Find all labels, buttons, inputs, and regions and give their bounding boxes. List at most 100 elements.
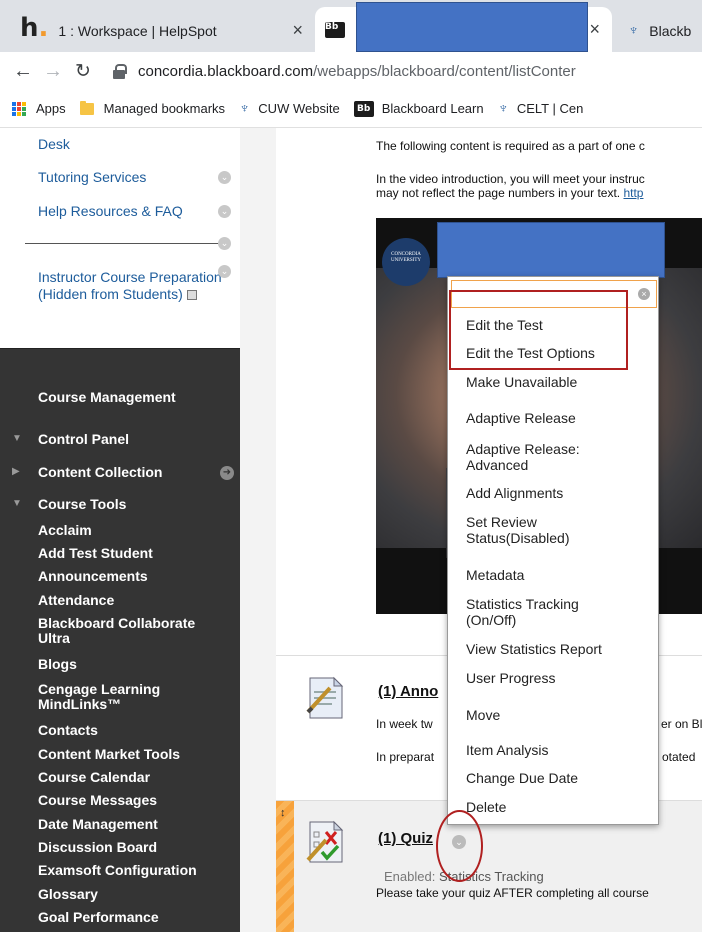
menu-item-adaptive-release-advanced[interactable]: Adaptive Release: Advanced [466,441,616,473]
lock-icon [112,64,127,79]
url-path: /webapps/blackboard/content/listConter [313,62,576,80]
tool-discussion-board[interactable]: Discussion Board [38,840,157,855]
bookmark-celt[interactable]: ♆ CELT | Cen [498,100,584,117]
announcement-text-2a: In preparat [376,750,435,764]
tool-blogs[interactable]: Blogs [38,657,77,672]
tool-add-test-student[interactable]: Add Test Student [38,546,153,561]
url-input[interactable]: concordia.blackboard.com/webapps/blackbo… [112,56,702,86]
menu-item-move[interactable]: Move [466,707,651,723]
bookmark-blackboard-learn[interactable]: Bb Blackboard Learn [353,100,484,117]
menu-item-delete[interactable]: Delete [466,799,651,815]
announcement-text-1b: er on Bl [661,717,702,731]
course-management-heading: Course Management [38,389,176,405]
url-host: concordia.blackboard.com [138,62,314,80]
tab-title: 1 : Workspace | HelpSpot [58,22,217,39]
highlight-box [449,290,628,370]
tool-glossary[interactable]: Glossary [38,887,98,902]
tool-examsoft[interactable]: Examsoft Configuration [38,863,197,878]
control-panel-heading[interactable]: Control Panel [38,431,129,447]
announcement-item-title[interactable]: (1) Anno [378,683,438,700]
chevron-down-icon[interactable]: ⌄ [218,171,231,184]
tab-title: Blackb [649,22,692,39]
apps-grid-icon [12,101,26,116]
menu-item-adaptive-release[interactable]: Adaptive Release [466,410,651,426]
drag-handle[interactable]: ↕ [276,801,294,932]
menu-item-statistics-tracking[interactable]: Statistics Tracking (On/Off) [466,596,606,628]
tool-contacts[interactable]: Contacts [38,723,98,738]
pane-gutter [240,128,276,932]
folder-icon [79,100,94,115]
tab-blackboard[interactable]: ♆ Blackb [618,9,702,52]
intro-link[interactable]: http [623,186,643,200]
forward-arrow-icon[interactable]: → [38,60,68,83]
chevron-down-icon[interactable]: ⌄ [218,205,231,218]
tool-date-management[interactable]: Date Management [38,817,158,832]
announcement-text-2b: otated [662,750,696,764]
test-icon [306,820,344,863]
bookmark-cuw-website[interactable]: ♆ CUW Website [239,100,340,117]
menu-item-change-due-date[interactable]: Change Due Date [466,770,651,786]
redacted-video-title [437,222,665,278]
menu-item-help-resources[interactable]: Help Resources & FAQ [38,203,183,220]
highlight-oval [436,810,483,882]
helpspot-logo-icon: h. [20,12,49,43]
quiz-item-title[interactable]: (1) Quiz [378,830,433,847]
blackboard-logo-icon: Bb [353,100,374,117]
address-bar: ← → ↻ concordia.blackboard.com/webapps/b… [0,52,702,90]
reload-icon[interactable]: ↻ [68,60,98,83]
close-tab-icon[interactable]: × [589,19,600,40]
menu-item-item-analysis[interactable]: Item Analysis [466,742,651,758]
blackboard-logo-icon: Bb [325,21,345,38]
menu-item-make-unavailable[interactable]: Make Unavailable [466,374,651,390]
back-arrow-icon[interactable]: ← [8,60,38,83]
tool-goal-performance[interactable]: Goal Performance [38,910,159,925]
menu-item-metadata[interactable]: Metadata [466,567,651,583]
cuw-logo-icon: ♆ [239,100,251,117]
clear-icon[interactable]: × [638,288,650,300]
bookmark-managed[interactable]: Managed bookmarks [79,100,225,116]
drag-arrows-icon: ↕ [280,807,286,819]
menu-item-desk[interactable]: Desk [38,136,70,153]
tab-helpspot[interactable]: h. 1 : Workspace | HelpSpot × [10,9,315,52]
triangle-down-icon[interactable]: ▼ [12,433,22,444]
menu-divider [25,243,221,244]
quiz-note: Please take your quiz AFTER completing a… [376,886,649,900]
content-collection-link[interactable]: Content Collection [38,464,162,480]
triangle-right-icon[interactable]: ▶ [12,466,20,477]
redacted-tab-title [356,2,588,52]
menu-item-instructor-prep[interactable]: Instructor Course Preparation (Hidden fr… [38,269,223,303]
document-icon [306,676,344,719]
university-seal-logo: CONCORDIA UNIVERSITY [382,238,430,286]
menu-item-view-statistics-report[interactable]: View Statistics Report [466,641,651,657]
bookmark-apps[interactable]: Apps [12,101,66,116]
triangle-down-icon[interactable]: ▼ [12,498,22,509]
chevron-down-icon[interactable]: ⌄ [218,237,231,250]
tool-acclaim[interactable]: Acclaim [38,523,92,538]
screenshot-root: h. 1 : Workspace | HelpSpot × Bb × ♆ Bla… [0,0,702,932]
tool-announcements[interactable]: Announcements [38,569,148,584]
tool-attendance[interactable]: Attendance [38,593,114,608]
announcement-text-1a: In week tw [376,717,433,731]
tool-cengage-mindlinks[interactable]: Cengage Learning MindLinks™ [38,682,188,712]
chevron-down-icon[interactable]: ⌄ [218,265,231,278]
course-tools-heading[interactable]: Course Tools [38,496,126,512]
bookmarks-bar: Apps Managed bookmarks ♆ CUW Website Bb … [0,90,702,128]
control-panel: Course Management ▼ Control Panel ▶ Cont… [0,348,240,932]
menu-item-add-alignments[interactable]: Add Alignments [466,485,651,501]
course-menu: Desk Tutoring Services ⌄ Help Resources … [0,128,240,348]
close-tab-icon[interactable]: × [292,20,303,41]
tool-blackboard-collaborate[interactable]: Blackboard Collaborate Ultra [38,616,218,646]
intro-text-3: may not reflect the page numbers in your… [376,186,644,200]
hidden-item-icon [186,290,197,300]
browser-tab-bar: h. 1 : Workspace | HelpSpot × Bb × ♆ Bla… [0,0,702,52]
menu-item-tutoring-services[interactable]: Tutoring Services [38,169,146,186]
tool-content-market[interactable]: Content Market Tools [38,747,180,762]
tool-course-calendar[interactable]: Course Calendar [38,770,150,785]
menu-item-set-review-status[interactable]: Set Review Status(Disabled) [466,514,586,546]
arrow-right-circle-icon[interactable]: ➜ [220,466,234,480]
menu-item-user-progress[interactable]: User Progress [466,670,651,686]
cuw-logo-icon: ♆ [497,100,509,117]
intro-text-1: The following content is required as a p… [376,139,645,153]
cuw-logo-icon: ♆ [628,22,640,39]
tool-course-messages[interactable]: Course Messages [38,793,157,808]
